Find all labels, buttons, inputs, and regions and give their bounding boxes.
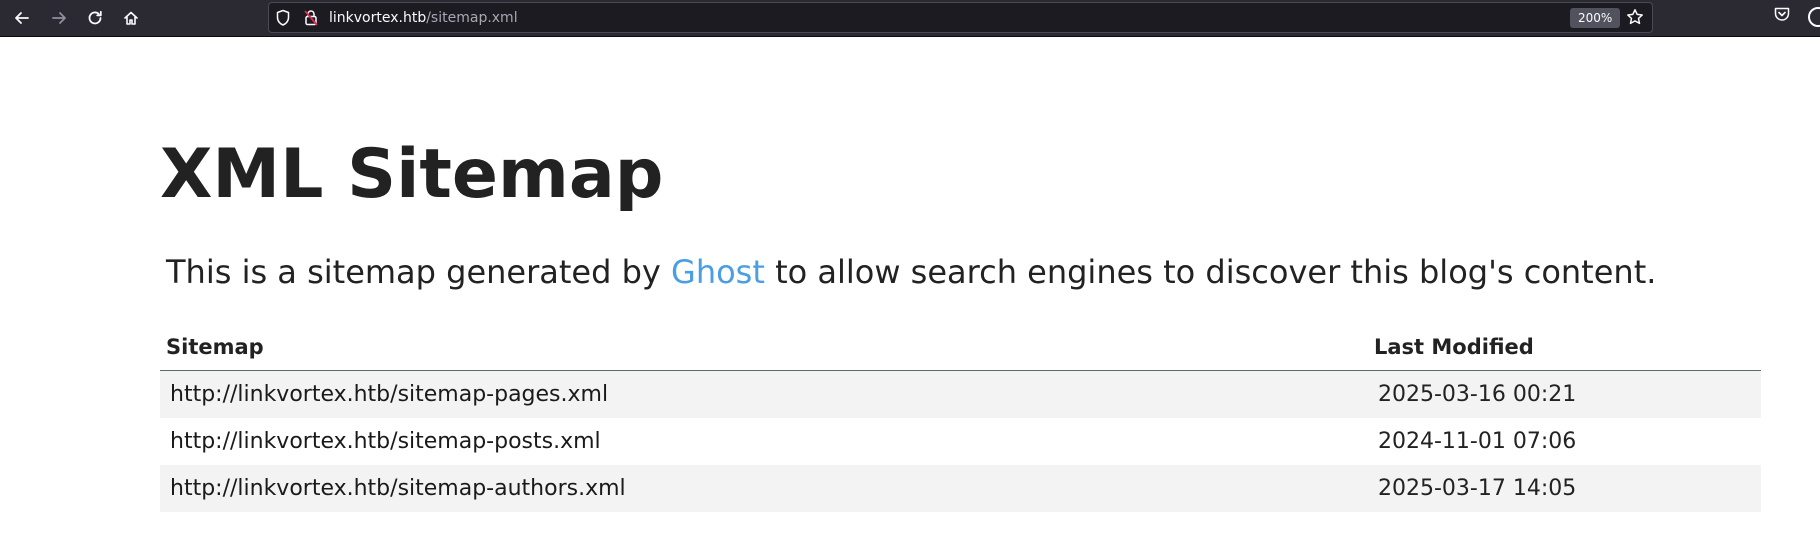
url-path: /sitemap.xml — [426, 10, 518, 26]
last-modified-cell: 2024-11-01 07:06 — [1368, 418, 1761, 465]
last-modified-cell: 2025-03-17 14:05 — [1368, 465, 1761, 512]
table-row: http://linkvortex.htb/sitemap-posts.xml … — [160, 418, 1761, 465]
star-icon[interactable] — [1626, 8, 1644, 30]
sitemap-table: Sitemap Last Modified http://linkvortex.… — [160, 324, 1761, 512]
intro-text-before: This is a sitemap generated by — [166, 253, 672, 291]
table-header-row: Sitemap Last Modified — [160, 324, 1761, 371]
column-header-sitemap: Sitemap — [160, 324, 1368, 371]
last-modified-cell: 2025-03-16 00:21 — [1368, 370, 1761, 418]
shield-icon[interactable] — [275, 9, 291, 31]
sitemap-url-cell: http://linkvortex.htb/sitemap-posts.xml — [160, 418, 1368, 465]
forward-arrow-icon[interactable] — [45, 5, 73, 31]
intro-text: This is a sitemap generated by Ghost to … — [166, 252, 1656, 292]
table-row: http://linkvortex.htb/sitemap-authors.xm… — [160, 465, 1761, 512]
sitemap-url-cell: http://linkvortex.htb/sitemap-pages.xml — [160, 370, 1368, 418]
lock-warning-icon[interactable] — [303, 9, 319, 31]
home-icon[interactable] — [117, 5, 145, 31]
table-row: http://linkvortex.htb/sitemap-pages.xml … — [160, 370, 1761, 418]
url-bar[interactable]: linkvortex.htb/sitemap.xml 200% — [268, 2, 1653, 33]
account-icon[interactable] — [1808, 7, 1820, 27]
url-text[interactable]: linkvortex.htb/sitemap.xml — [329, 10, 518, 26]
back-arrow-icon[interactable] — [8, 5, 36, 31]
sitemap-link[interactable]: http://linkvortex.htb/sitemap-pages.xml — [170, 382, 608, 407]
intro-text-after: to allow search engines to discover this… — [764, 253, 1657, 291]
url-host: linkvortex.htb — [329, 10, 427, 26]
sitemap-url-cell: http://linkvortex.htb/sitemap-authors.xm… — [160, 465, 1368, 512]
page-title: XML Sitemap — [160, 135, 664, 214]
browser-toolbar: linkvortex.htb/sitemap.xml 200% — [0, 0, 1820, 37]
sitemap-link[interactable]: http://linkvortex.htb/sitemap-authors.xm… — [170, 476, 626, 501]
pocket-icon[interactable] — [1773, 5, 1791, 27]
column-header-last-modified: Last Modified — [1368, 324, 1761, 371]
zoom-level-badge[interactable]: 200% — [1570, 8, 1621, 28]
sitemap-link[interactable]: http://linkvortex.htb/sitemap-posts.xml — [170, 429, 601, 454]
reload-icon[interactable] — [81, 5, 109, 31]
ghost-link[interactable]: Ghost — [671, 253, 765, 291]
